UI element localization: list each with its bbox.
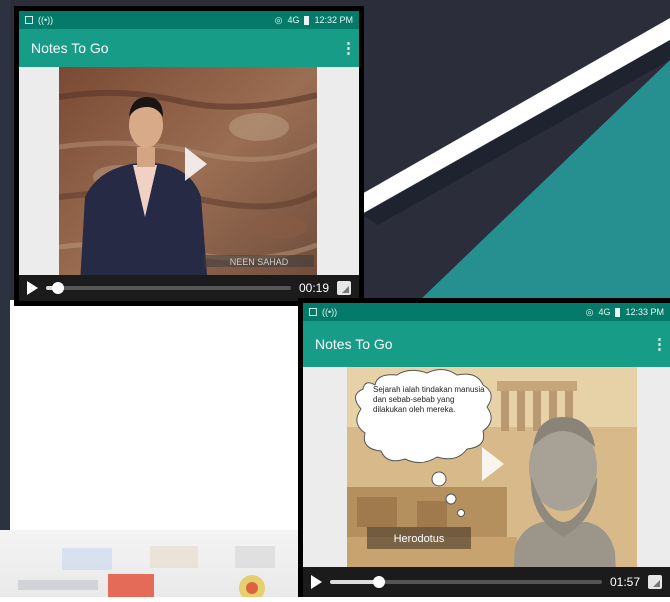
status-time: 12:33 PM <box>625 307 664 317</box>
battery-icon <box>304 15 310 25</box>
seek-thumb[interactable] <box>372 576 385 588</box>
status-bar: ((•)) ◎ 4G 12:32 PM <box>19 11 359 29</box>
seek-bar[interactable] <box>46 282 291 294</box>
status-right: ◎ 4G 12:32 PM <box>275 15 353 26</box>
video-time: 01:57 <box>609 575 640 589</box>
play-button[interactable] <box>27 281 38 295</box>
fullscreen-icon[interactable] <box>648 575 662 589</box>
wifi-icon: ◎ <box>274 14 283 25</box>
more-vert-icon[interactable]: ⋮ <box>652 337 667 352</box>
name-caption: NEEN SAHAD <box>230 257 289 267</box>
play-icon[interactable] <box>183 145 209 183</box>
status-bar: ((•)) ◎ 4G 12:33 PM <box>303 303 670 321</box>
backdrop-left-edge <box>0 0 10 597</box>
seek-bar[interactable] <box>330 576 602 588</box>
app-bar: Notes To Go ⋮ <box>303 321 670 367</box>
broadcast-icon: ((•)) <box>38 15 54 25</box>
status-right: ◎ 4G 12:33 PM <box>586 307 664 318</box>
seek-progress <box>330 580 379 584</box>
image-notification-icon <box>25 16 33 24</box>
network-type: 4G <box>598 307 611 317</box>
app-title: Notes To Go <box>315 336 393 352</box>
more-vert-icon[interactable]: ⋮ <box>341 41 356 56</box>
video-area: Sejarah ialah tindakan manusia dan sebab… <box>303 367 670 597</box>
speech-bubble-text: Sejarah ialah tindakan manusia dan sebab… <box>373 385 485 414</box>
play-icon[interactable] <box>480 445 506 483</box>
network-type: 4G <box>287 15 300 25</box>
backdrop-blurred-taskbar <box>0 530 300 601</box>
video-area: NEEN SAHAD 00:19 <box>19 67 359 301</box>
wifi-icon: ◎ <box>585 306 594 317</box>
phone-screenshot-1: ((•)) ◎ 4G 12:32 PM Notes To Go ⋮ NEEN S… <box>14 6 364 306</box>
app-bar: Notes To Go ⋮ <box>19 29 359 67</box>
video-time: 00:19 <box>298 281 329 295</box>
seek-thumb[interactable] <box>52 282 65 294</box>
video-frame: NEEN SAHAD <box>59 67 317 301</box>
app-title: Notes To Go <box>31 40 109 56</box>
blurred-app-icons <box>18 546 275 601</box>
play-button[interactable] <box>311 575 322 589</box>
presenter-video-still: NEEN SAHAD <box>59 67 317 301</box>
status-left: ((•)) <box>25 15 53 25</box>
video-controls: 01:57 <box>303 567 670 597</box>
status-left: ((•)) <box>309 307 337 317</box>
status-time: 12:32 PM <box>314 15 353 25</box>
battery-icon <box>615 307 621 317</box>
broadcast-icon: ((•)) <box>322 307 338 317</box>
video-caption: Herodotus <box>394 533 445 545</box>
image-notification-icon <box>309 308 317 316</box>
fullscreen-icon[interactable] <box>337 281 351 295</box>
phone-screenshot-2: ((•)) ◎ 4G 12:33 PM Notes To Go ⋮ Sejara… <box>298 298 670 597</box>
